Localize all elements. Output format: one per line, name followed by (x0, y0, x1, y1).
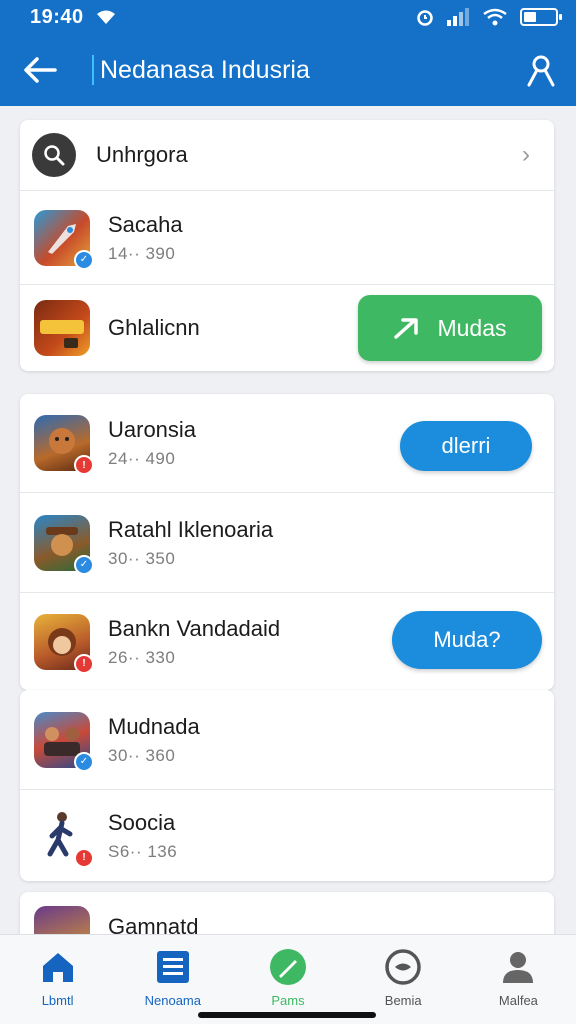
badge-icon: ✓ (74, 554, 94, 575)
list-item[interactable]: ! Bankn Vandadaid 26·· 330 Muda? (20, 593, 554, 690)
search-label: Unhrgora (96, 142, 188, 167)
badge-icon: ✓ (74, 249, 94, 270)
nav-label: Malfea (498, 993, 538, 1008)
muda-button-label: Muda? (433, 627, 501, 652)
card-lower: ✓ Mudnada 30·· 360 ! Soocia S6·· 136 (20, 690, 554, 881)
app-icon-bankn: ! (34, 613, 94, 674)
chevron-right-icon: › (522, 141, 530, 168)
nav-item-list[interactable]: Nenoama (115, 935, 230, 1024)
search-icon (44, 145, 65, 166)
nav-item-bemia[interactable]: Bemia (346, 935, 461, 1024)
status-time-group: 19:40 (30, 6, 118, 29)
home-indicator (198, 1012, 376, 1018)
list-item[interactable]: ✓ Ratahl Iklenoaria 30·· 350 (20, 493, 554, 593)
title-cursor (92, 55, 94, 85)
status-time: 19:40 (30, 5, 84, 28)
list-item[interactable]: ! Uaronsia 24·· 490 dlerri (20, 394, 554, 493)
list-item-text: Mudnada 30·· 360 (108, 714, 554, 766)
list-item[interactable]: ✓ Mudnada 30·· 360 (20, 690, 554, 790)
nav-item-profile[interactable]: Malfea (461, 935, 576, 1024)
mudas-button-label: Mudas (437, 314, 507, 341)
wifi-calling-icon (483, 8, 507, 26)
arrow-right-icon (394, 318, 419, 339)
bottom-navigation: Lbmtl Nenoama Pams Bemia Malfea (0, 934, 576, 1024)
chat-icon (384, 947, 422, 987)
back-button[interactable] (0, 40, 80, 100)
app-icon-ghlalicnn (34, 300, 90, 356)
list-item-text: Ratahl Iklenoaria 30·· 350 (108, 517, 554, 569)
person-icon (527, 55, 555, 87)
page-title: Nedanasa Indusria (100, 55, 310, 84)
nav-label: Nenoama (144, 993, 201, 1008)
dlerri-button[interactable]: dlerri (400, 421, 532, 471)
nav-label: Pams (271, 993, 305, 1008)
badge-icon: ! (74, 847, 94, 868)
pen-icon (269, 947, 307, 987)
list-item[interactable]: ✓ Sacaha 14·· 390 (20, 191, 554, 285)
list-item-subtitle: 30·· 360 (108, 745, 176, 765)
search-icon-circle (32, 133, 76, 177)
nav-label: Bemia (384, 993, 422, 1008)
wifi-icon (96, 10, 115, 24)
profile-menu-button[interactable] (506, 40, 576, 100)
list-item-title: Ratahl Iklenoaria (108, 516, 274, 542)
home-icon (40, 947, 76, 987)
muda-button[interactable]: Muda? (392, 611, 542, 669)
list-item[interactable]: ! Soocia S6·· 136 (20, 790, 554, 881)
list-item-title: Mudnada (108, 713, 200, 739)
app-icon-mudnada: ✓ (34, 711, 94, 772)
list-item-subtitle: 14·· 390 (108, 243, 176, 263)
title-row: Nedanasa Indusria (0, 40, 576, 100)
status-icons (416, 8, 562, 26)
app-header: 19:40 Nedanasa Indusria (0, 0, 576, 106)
battery-icon (520, 8, 562, 26)
badge-icon: ! (74, 653, 94, 674)
app-icon-uaronsia: ! (34, 415, 94, 475)
mudas-button[interactable]: Mudas (358, 295, 542, 361)
list-item-text: Sacaha 14·· 390 (108, 212, 554, 264)
search-row[interactable]: Unhrgora › (20, 120, 554, 191)
list-item-subtitle: 30·· 350 (108, 548, 176, 568)
status-bar: 19:40 (0, 0, 576, 34)
list-item[interactable]: Ghlalicnn Mudas (20, 285, 554, 371)
list-icon (155, 947, 191, 987)
back-arrow-icon (24, 57, 57, 83)
card-middle: ! Uaronsia 24·· 490 dlerri ✓ Ratahl Ikle… (20, 394, 554, 690)
person-icon (500, 947, 536, 987)
list-item-title: Sacaha (108, 211, 183, 237)
nav-label: Lbmtl (41, 993, 74, 1008)
list-item-title: Soocia (108, 809, 176, 835)
list-item-subtitle: S6·· 136 (108, 841, 178, 861)
app-icon-ratahl: ✓ (34, 514, 94, 575)
badge-icon: ! (74, 455, 94, 475)
dlerri-button-label: dlerri (441, 433, 491, 458)
signal-icon (447, 8, 469, 26)
app-icon-sacaha: ✓ (34, 209, 94, 270)
list-item-text: Soocia S6·· 136 (108, 810, 554, 862)
badge-icon: ✓ (74, 751, 94, 772)
card-top: Unhrgora › ✓ Sacaha 14·· 390 Ghlalicnn M… (20, 120, 554, 371)
nav-item-home[interactable]: Lbmtl (0, 935, 115, 1024)
nav-item-pams[interactable]: Pams (230, 935, 345, 1024)
alarm-icon (417, 10, 433, 26)
game-logo-icon (40, 320, 84, 348)
app-icon-soocia: ! (34, 807, 94, 868)
